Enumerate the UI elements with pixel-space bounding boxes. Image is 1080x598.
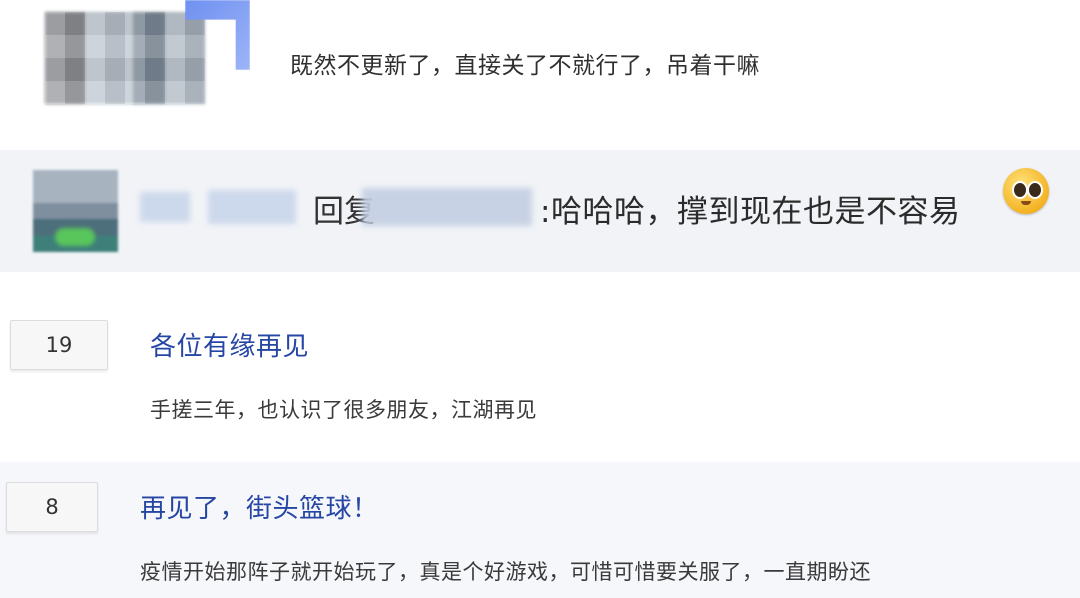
reply-count-badge: 8 [6, 482, 98, 532]
avatar-decoration [55, 228, 95, 246]
blurred-reply-target [362, 188, 532, 226]
post-row [0, 272, 1080, 462]
pleading-face-emoji-icon [1003, 168, 1049, 214]
reply-text: :哈哈哈，撑到现在也是不容易 [540, 194, 961, 230]
reply-count-badge: 19 [10, 320, 108, 370]
comment-text: 既然不更新了，直接关了不就行了，吊着干嘛 [290, 53, 760, 79]
blurred-username [140, 192, 190, 222]
blurred-username [208, 190, 296, 224]
post-body: 手搓三年，也认识了很多朋友，江湖再见 [150, 398, 537, 422]
post-body: 疫情开始那阵子就开始玩了，真是个好游戏，可惜可惜要关服了，一直期盼还 [140, 560, 871, 584]
post-title-link[interactable]: 各位有缘再见 [150, 326, 309, 363]
post-title-link[interactable]: 再见了，街头篮球！ [140, 488, 379, 525]
avatar-mosaic [45, 12, 205, 104]
